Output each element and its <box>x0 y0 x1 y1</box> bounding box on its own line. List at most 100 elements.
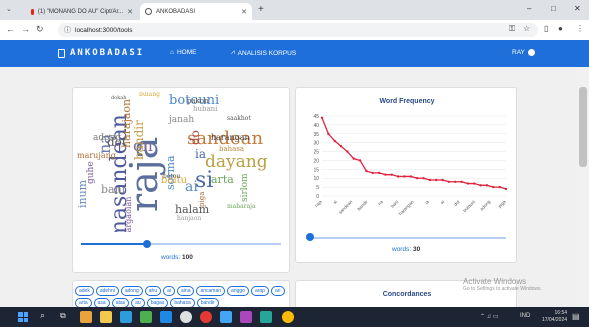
star-icon[interactable]: ☆ <box>523 24 530 33</box>
word-chip[interactable]: adehni <box>95 286 119 296</box>
word-chip[interactable]: ahu <box>144 286 162 296</box>
cloud-word: bahasa <box>219 145 245 153</box>
minimize-button[interactable]: – <box>527 4 531 13</box>
notifications-icon[interactable]: ▤ <box>572 312 580 321</box>
word-chip[interactable]: adek <box>75 286 94 296</box>
address-bar[interactable]: ⓘ localhost:3000/tools <box>58 23 538 37</box>
widgets-icon[interactable] <box>80 311 92 323</box>
tab-search-icon[interactable]: ⌄ <box>6 5 12 13</box>
vscode-icon[interactable] <box>260 311 272 323</box>
chrome-icon[interactable] <box>282 311 294 323</box>
data-point <box>358 159 362 162</box>
y-tick-label: 35 <box>313 132 319 138</box>
data-point <box>498 185 501 189</box>
maximize-button[interactable]: □ <box>551 4 556 13</box>
slider-thumb[interactable] <box>143 240 151 248</box>
sidepanel-icon[interactable]: ▯ <box>544 24 548 33</box>
task-view-icon[interactable]: ⧉ <box>60 311 66 321</box>
tab-ankobadasi[interactable]: ANKOBADASI ✕ <box>140 3 252 20</box>
x-tick-label: na <box>377 199 384 206</box>
cloud-word: piga <box>198 192 206 208</box>
file-explorer-icon[interactable] <box>100 311 112 323</box>
nav-home[interactable]: ⌂ HOME <box>170 49 196 56</box>
browser-tab-strip: ⌄ (1) "MONANG DO AU" Cipt/Ar... ✕ ANKOBA… <box>0 0 589 20</box>
scrollbar-thumb[interactable] <box>579 87 587 167</box>
x-tick-label: raja <box>314 199 323 208</box>
data-point <box>447 180 451 183</box>
cloud-word: bandir <box>132 119 146 160</box>
frequency-panel: Word Frequency 0 5 10 15 20 25 30 35 40 45 raja si s… <box>295 87 517 263</box>
line-chart: 051015202530354045raja si sandean bandir na b… <box>313 114 508 216</box>
data-point <box>441 178 444 182</box>
data-point <box>422 177 425 180</box>
key-icon[interactable]: ⚿ <box>509 24 515 34</box>
language-indicator[interactable]: IND <box>520 313 530 319</box>
info-icon[interactable]: ⓘ <box>64 25 71 35</box>
nav-analisis-label: ANALISIS KORPUS <box>237 49 297 57</box>
chart-icon: ⩘ <box>231 49 235 56</box>
y-tick-label: 25 <box>313 150 319 156</box>
brand-name: ANKOBADASI <box>70 48 145 58</box>
word-chip[interactable]: ari <box>270 286 285 296</box>
brand[interactable]: ANKOBADASI <box>58 48 144 58</box>
close-tab-icon[interactable]: ✕ <box>127 8 133 16</box>
y-tick-label: 20 <box>313 158 319 164</box>
media-icon[interactable] <box>200 311 212 323</box>
page-scrollbar[interactable] <box>577 67 589 307</box>
tab-youtube[interactable]: (1) "MONANG DO AU" Cipt/Ar... ✕ <box>26 3 138 20</box>
profile-icon[interactable]: ● <box>558 24 563 33</box>
cloud-word: dayang <box>205 152 268 172</box>
forward-icon[interactable]: → <box>21 24 30 34</box>
x-tick-label: ai <box>439 199 445 205</box>
user-icon <box>527 49 535 56</box>
clock[interactable]: 16:54 17/04/2024 <box>542 310 567 324</box>
nav-analisis-korpus[interactable]: ⩘ ANALISIS KORPUS <box>231 49 296 57</box>
user-name: RAY <box>512 49 525 56</box>
word-chips: adek adehni adong ahu ai aina ancaman anggo arap… <box>75 286 295 308</box>
browser-toolbar: ← → ↻ ⓘ localhost:3000/tools ⚿ ☆ ▯ ● ⋮ <box>0 20 589 40</box>
data-point <box>415 177 419 180</box>
reload-icon[interactable]: ↻ <box>36 24 44 35</box>
word-chip[interactable]: ancaman <box>196 286 226 296</box>
app2-icon[interactable] <box>240 311 252 323</box>
cloud-word: pakon <box>187 97 209 105</box>
y-tick-label: 15 <box>313 167 319 173</box>
words-label-text: words: <box>161 254 181 261</box>
store-icon[interactable] <box>140 311 152 323</box>
words-count-label: words: 100 <box>161 254 193 261</box>
book-icon <box>58 48 65 58</box>
word-chip[interactable]: adong <box>120 286 143 296</box>
app-icon[interactable] <box>180 311 192 323</box>
slider-fill <box>81 243 147 245</box>
word-chip[interactable]: anggo <box>227 286 249 296</box>
data-point <box>333 139 336 143</box>
close-tab-icon[interactable]: ✕ <box>241 8 247 16</box>
chart-words-label: words: 30 <box>392 246 420 253</box>
search-icon[interactable]: ⌕ <box>40 310 45 321</box>
cloud-word: ia <box>195 147 206 161</box>
windows-start-icon[interactable] <box>18 312 28 322</box>
edge-icon[interactable] <box>120 311 132 323</box>
data-point <box>492 185 495 189</box>
close-window-button[interactable]: ✕ <box>574 4 581 13</box>
data-point <box>485 184 489 187</box>
cloud-word: do <box>188 130 202 146</box>
teams-icon[interactable] <box>220 311 232 323</box>
new-tab-button[interactable]: + <box>258 4 264 15</box>
chart-slider-thumb[interactable] <box>306 233 314 241</box>
mail-icon[interactable] <box>160 311 172 323</box>
back-icon[interactable]: ← <box>6 24 15 34</box>
tray-icons[interactable]: ⌃ ♫ ▭ <box>480 313 499 320</box>
x-tick-label: botouni <box>462 199 476 213</box>
user-menu[interactable]: RAY <box>512 49 535 56</box>
cloud-word: hanjaon <box>177 215 202 222</box>
x-tick-label: ia <box>424 199 430 205</box>
home-icon: ⌂ <box>170 49 174 56</box>
word-chip[interactable]: aina <box>177 286 195 296</box>
word-chip[interactable]: ai <box>163 286 176 296</box>
menu-icon[interactable]: ⋮ <box>576 24 584 33</box>
data-point <box>377 171 381 175</box>
word-chip[interactable]: arap <box>250 286 269 296</box>
chart-slider-track[interactable] <box>306 237 506 239</box>
chart-words-value: 30 <box>412 246 421 253</box>
